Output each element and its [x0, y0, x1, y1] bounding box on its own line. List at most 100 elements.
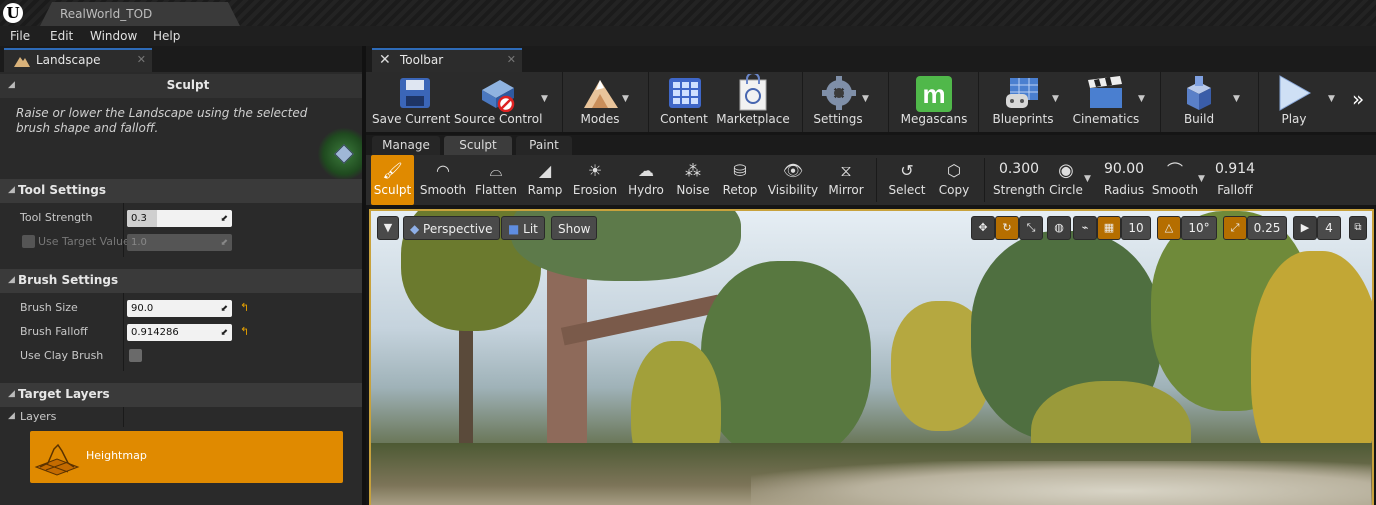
- close-icon[interactable]: ✕: [137, 53, 146, 66]
- document-tab-label: RealWorld_TOD: [60, 7, 153, 21]
- tool-flatten[interactable]: ⌓ Flatten: [472, 155, 520, 205]
- source-control-dropdown-arrow-icon[interactable]: ▼: [541, 94, 548, 104]
- brush-falloff[interactable]: 0.914 Falloff: [1212, 155, 1258, 205]
- blueprints-button[interactable]: Blueprints: [988, 72, 1058, 132]
- rotation-snap-icon[interactable]: △: [1157, 216, 1181, 240]
- tool-strength-field[interactable]: 0.3 ⬋: [127, 210, 232, 227]
- mountain-icon: [584, 80, 618, 108]
- tab-paint[interactable]: Paint: [516, 136, 572, 155]
- menu-file[interactable]: File: [10, 29, 30, 43]
- brush-smooth-falloff[interactable]: ⌒ Smooth: [1150, 155, 1200, 205]
- brush-strength[interactable]: 0.300 Strength: [992, 155, 1046, 205]
- play-dropdown-arrow-icon[interactable]: ▼: [1328, 94, 1335, 104]
- brush-circle[interactable]: ◉ Circle: [1046, 155, 1086, 205]
- camera-speed-icon[interactable]: ▶: [1293, 216, 1317, 240]
- retopology-icon: ⛁: [733, 161, 747, 180]
- scale-snap-value[interactable]: 0.25: [1247, 216, 1287, 240]
- blueprints-dropdown-arrow-icon[interactable]: ▼: [1052, 94, 1059, 104]
- build-button[interactable]: Build: [1170, 72, 1228, 132]
- tool-noise[interactable]: ⁂ Noise: [672, 155, 714, 205]
- heightmap-layer[interactable]: Heightmap: [30, 431, 343, 483]
- settings-dropdown-arrow-icon[interactable]: ▼: [862, 94, 869, 104]
- blueprint-icon: [1006, 78, 1038, 108]
- viewport-options-dropdown[interactable]: ▼: [377, 216, 399, 240]
- menu-window[interactable]: Window: [90, 29, 137, 43]
- maximize-viewport-icon[interactable]: ⧉: [1349, 216, 1367, 240]
- landscape-tab[interactable]: Landscape ✕: [4, 48, 152, 72]
- camera-speed-value[interactable]: 4: [1317, 216, 1341, 240]
- tool-mirror[interactable]: ⧖ Mirror: [824, 155, 868, 205]
- modes-dropdown-arrow-icon[interactable]: ▼: [622, 94, 629, 104]
- unreal-logo-icon[interactable]: U: [3, 3, 23, 23]
- level-viewport[interactable]: ▼ ◆ Perspective ■ Lit Show ✥ ↻ ⤡ ◍ ⌁ ▦ 1…: [369, 209, 1374, 505]
- world-local-icon[interactable]: ◍: [1047, 216, 1071, 240]
- megascans-button[interactable]: m Megascans: [898, 72, 970, 132]
- modes-button[interactable]: Modes: [572, 72, 628, 132]
- document-tab[interactable]: RealWorld_TOD: [40, 2, 240, 26]
- tab-manage[interactable]: Manage: [372, 136, 440, 155]
- rotation-snap-value[interactable]: 10°: [1181, 216, 1217, 240]
- use-target-value-checkbox[interactable]: [22, 235, 35, 248]
- show-button[interactable]: Show: [551, 216, 598, 240]
- show-label: Show: [558, 222, 591, 236]
- copy-icon: ⬡: [947, 161, 961, 180]
- pine-trunk: [547, 251, 587, 451]
- perspective-button[interactable]: ◆ Perspective: [403, 216, 500, 240]
- tool-hydro[interactable]: ☁ Hydro: [624, 155, 668, 205]
- cinematics-dropdown-arrow-icon[interactable]: ▼: [1138, 94, 1145, 104]
- play-button[interactable]: Play: [1266, 72, 1322, 132]
- lit-button[interactable]: ■ Lit: [501, 216, 545, 240]
- content-button[interactable]: Content: [658, 72, 710, 132]
- tool-settings-header[interactable]: ◢ Tool Settings: [0, 179, 362, 203]
- translate-icon[interactable]: ✥: [971, 216, 995, 240]
- brush-radius[interactable]: 90.00 Radius: [1098, 155, 1150, 205]
- brush-falloff-bar-value: 0.914: [1214, 161, 1256, 177]
- rotate-icon[interactable]: ↻: [995, 216, 1019, 240]
- use-clay-brush-checkbox[interactable]: [129, 349, 142, 362]
- tool-visibility[interactable]: 👁 Visibility: [766, 155, 820, 205]
- save-current-button[interactable]: Save Current: [372, 72, 450, 132]
- reset-to-default-icon[interactable]: ↰: [240, 301, 249, 314]
- toolbar-tab[interactable]: ✕ Toolbar ✕: [372, 48, 522, 72]
- grid-snap-icon[interactable]: ▦: [1097, 216, 1121, 240]
- use-clay-brush-label: Use Clay Brush: [20, 349, 104, 362]
- menu-edit[interactable]: Edit: [50, 29, 73, 43]
- tab-sculpt[interactable]: Sculpt: [444, 136, 512, 155]
- circle-dropdown-arrow-icon[interactable]: ▼: [1084, 174, 1091, 184]
- brush-size-field[interactable]: 90.0 ⬋: [127, 300, 232, 317]
- tool-sculpt[interactable]: 🖌 Sculpt: [371, 155, 414, 205]
- mode-header[interactable]: ◢ Sculpt: [0, 74, 362, 98]
- megascans-label: Megascans: [900, 112, 968, 126]
- tool-smooth-label: Smooth: [419, 183, 467, 197]
- target-layers-header[interactable]: ◢ Target Layers: [0, 383, 362, 407]
- grid-snap-value[interactable]: 10: [1121, 216, 1151, 240]
- overflow-chevron-icon[interactable]: »: [1352, 87, 1364, 111]
- menu-help[interactable]: Help: [153, 29, 180, 43]
- cinematics-button[interactable]: Cinematics: [1070, 72, 1142, 132]
- tool-visibility-label: Visibility: [767, 183, 819, 197]
- build-dropdown-arrow-icon[interactable]: ▼: [1233, 94, 1240, 104]
- use-target-value-label: Use Target Value: [38, 235, 130, 248]
- close-icon[interactable]: ✕: [507, 53, 516, 66]
- tool-smooth[interactable]: ◠ Smooth: [418, 155, 468, 205]
- settings-button[interactable]: Settings: [810, 72, 866, 132]
- smooth-dropdown-arrow-icon[interactable]: ▼: [1198, 174, 1205, 184]
- marketplace-button[interactable]: Marketplace: [716, 72, 790, 132]
- cinematics-label: Cinematics: [1072, 112, 1140, 126]
- tool-retop[interactable]: ⛁ Retop: [718, 155, 762, 205]
- tool-ramp[interactable]: ◢ Ramp: [524, 155, 566, 205]
- brush-settings-header[interactable]: ◢ Brush Settings: [0, 269, 362, 293]
- layers-row[interactable]: ◢ Layers: [0, 407, 362, 427]
- tool-erosion[interactable]: ☀ Erosion: [570, 155, 620, 205]
- reset-to-default-icon[interactable]: ↰: [240, 325, 249, 338]
- tool-copy[interactable]: ⬡ Copy: [934, 155, 974, 205]
- play-icon: [1279, 75, 1312, 111]
- tool-select[interactable]: ↺ Select: [884, 155, 930, 205]
- scale-snap-icon[interactable]: ⤢: [1223, 216, 1247, 240]
- brush-falloff-field[interactable]: 0.914286 ⬋: [127, 324, 232, 341]
- scale-icon[interactable]: ⤡: [1019, 216, 1043, 240]
- tool-flatten-label: Flatten: [475, 183, 517, 197]
- save-icon: [400, 78, 430, 108]
- surface-snap-icon[interactable]: ⌁: [1073, 216, 1097, 240]
- source-control-button[interactable]: Source Control: [454, 72, 542, 132]
